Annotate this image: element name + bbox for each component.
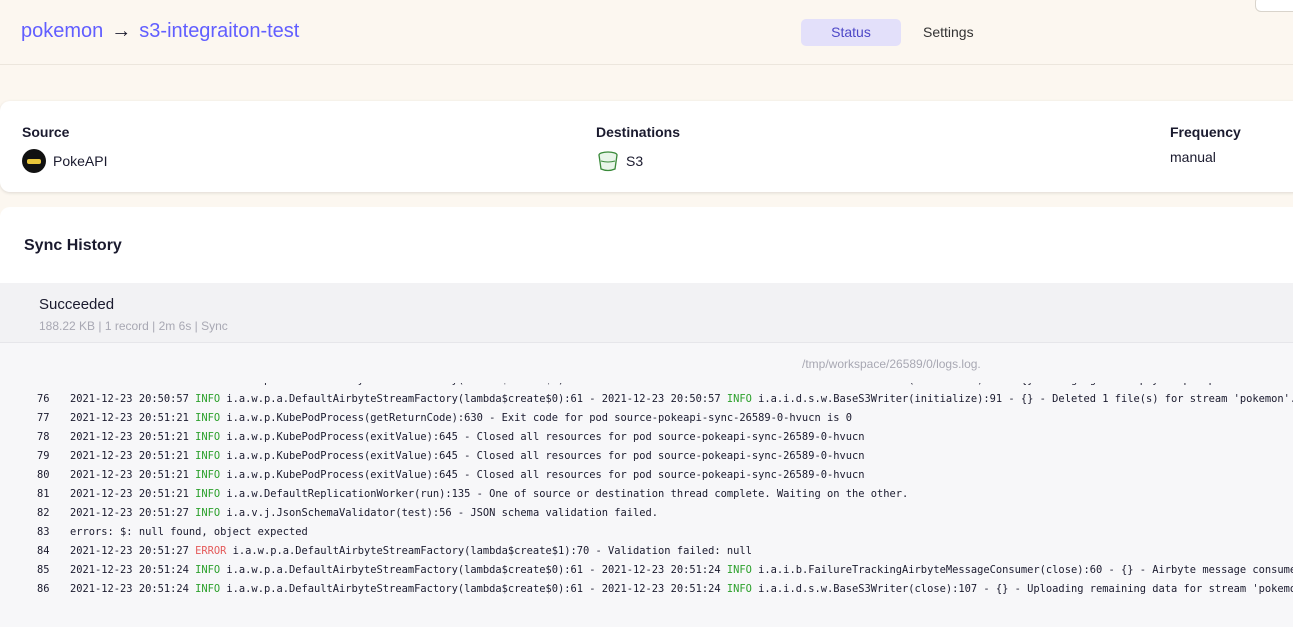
- log-segment: i.a.w.p.a.DefaultAirbyteStreamFactory(la…: [220, 393, 727, 405]
- log-level-info: INFO: [727, 383, 752, 386]
- log-segment: i.a.w.p.a.DefaultAirbyteStreamFactory(la…: [220, 564, 727, 576]
- log-level-info: INFO: [195, 450, 221, 462]
- log-line-number: 83: [37, 526, 50, 538]
- destination-name: S3: [626, 153, 644, 169]
- attempt-meta: 188.22 KB | 1 record | 2m 6s | Sync: [39, 319, 228, 333]
- log-segment: 2021-12-23 20:51:24: [70, 564, 196, 576]
- log-line-text: 2021-12-23 20:50:55 INFO i.a.w.p.a.Defau…: [70, 383, 1293, 390]
- frequency-column: Frequency manual: [1170, 124, 1241, 165]
- tab-bar: Status Settings: [801, 19, 996, 46]
- log-line-text: 2021-12-23 20:51:27 INFO i.a.v.j.JsonSch…: [70, 504, 658, 523]
- destinations-column: Destinations S3: [596, 124, 680, 173]
- log-level-info: INFO: [726, 393, 752, 405]
- attempt-status: Succeeded: [39, 296, 115, 313]
- log-line-number: 84: [37, 545, 50, 557]
- log-line-number: 82: [37, 507, 50, 519]
- top-bar: pokemon → s3-integraiton-test Status Setti…: [0, 0, 1293, 65]
- log-segment: i.a.w.p.a.DefaultAirbyteStreamFactory(la…: [226, 545, 752, 557]
- log-segment: i.a.i.d.s.w.BaseS3Writer(close):107 - {}…: [751, 583, 1293, 595]
- log-line-text: 2021-12-23 20:51:21 INFO i.a.w.p.KubePod…: [70, 466, 865, 485]
- tab-status[interactable]: Status: [801, 19, 901, 46]
- breadcrumb-arrow-icon: →: [111, 20, 132, 42]
- breadcrumb: pokemon → s3-integraiton-test: [21, 20, 299, 43]
- source-column: Source PokeAPI: [22, 124, 107, 173]
- log-segment: i.a.w.p.KubePodProcess(exitValue):645 - …: [220, 469, 865, 481]
- log-line-text: 2021-12-23 20:51:21 INFO i.a.w.p.KubePod…: [70, 428, 865, 447]
- log-line-number: 76: [37, 393, 50, 405]
- log-line-number: 80: [37, 469, 50, 481]
- log-line-number: 85: [37, 564, 50, 576]
- source-name: PokeAPI: [53, 153, 108, 169]
- log-level-info: INFO: [195, 383, 220, 386]
- log-level-error: ERROR: [195, 545, 227, 557]
- log-segment: i.a.v.j.JsonSchemaValidator(test):56 - J…: [220, 507, 659, 519]
- connection-summary-card: Source PokeAPI Destinations S3 Frequency…: [0, 101, 1293, 192]
- breadcrumb-workspace-link[interactable]: pokemon: [21, 20, 103, 42]
- log-segment: 2021-12-23 20:51:21: [70, 469, 196, 481]
- log-line-number: 75: [37, 383, 57, 390]
- s3-bucket-icon: [598, 151, 618, 172]
- log-level-info: INFO: [726, 583, 752, 595]
- log-segment: errors: $: null found, object expected: [70, 526, 308, 538]
- log-level-info: INFO: [195, 583, 221, 595]
- log-segment: i.a.w.p.KubePodProcess(getReturnCode):63…: [220, 412, 852, 424]
- tab-settings[interactable]: Settings: [901, 19, 996, 46]
- log-segment: 2021-12-23 20:51:21: [70, 488, 196, 500]
- log-line-text: 2021-12-23 20:50:57 INFO i.a.w.p.a.Defau…: [70, 390, 1293, 409]
- log-path-bar: /tmp/workspace/26589/0/logs.log.: [0, 343, 1293, 383]
- sync-history-title: Sync History: [24, 237, 122, 254]
- log-path: /tmp/workspace/26589/0/logs.log.: [802, 357, 981, 371]
- log-segment: i.a.w.p.a.DefaultAirbyteStreamFactory(la…: [220, 383, 727, 386]
- log-line-text: 2021-12-23 20:51:24 INFO i.a.w.p.a.Defau…: [70, 580, 1293, 599]
- log-segment: i.a.w.p.a.DefaultAirbyteStreamFactory(la…: [220, 583, 727, 595]
- log-segment: i.a.i.b.FailureTrackingAirbyteMessageCon…: [758, 564, 1293, 576]
- log-line-text: 2021-12-23 20:51:27 ERROR i.a.w.p.a.Defa…: [70, 542, 752, 561]
- log-level-info: INFO: [195, 507, 221, 519]
- log-viewer[interactable]: 75 2021-12-23 20:50:55 INFO i.a.w.p.a.Def…: [0, 383, 1293, 627]
- pokeapi-logo-icon: [22, 149, 46, 173]
- log-segment: 2021-12-23 20:51:27: [70, 545, 196, 557]
- log-level-info: INFO: [195, 564, 221, 576]
- log-line-text: 2021-12-23 20:51:21 INFO i.a.w.p.KubePod…: [70, 409, 852, 428]
- log-segment: i.a.w.DefaultReplicationWorker(run):135 …: [220, 488, 909, 500]
- log-line-number: 81: [37, 488, 50, 500]
- log-level-info: INFO: [195, 469, 221, 481]
- log-segment: 2021-12-23 20:50:57: [70, 393, 196, 405]
- log-line-number: 78: [37, 431, 50, 443]
- log-line-text: 2021-12-23 20:51:21 INFO i.a.w.p.KubePod…: [70, 447, 865, 466]
- source-value[interactable]: PokeAPI: [22, 149, 107, 173]
- log-level-info: INFO: [195, 412, 221, 424]
- log-segment: i.a.w.p.KubePodProcess(exitValue):645 - …: [220, 431, 865, 443]
- log-line-text: 2021-12-23 20:51:21 INFO i.a.w.DefaultRe…: [70, 485, 908, 504]
- log-line-number: 86: [37, 583, 50, 595]
- log-segment: 2021-12-23 20:51:21: [70, 450, 196, 462]
- log-level-info: INFO: [195, 431, 221, 443]
- log-segment: 2021-12-23 20:51:21: [70, 431, 196, 443]
- frequency-label: Frequency: [1170, 124, 1241, 140]
- breadcrumb-connection-name: s3-integraiton-test: [139, 20, 300, 42]
- log-line-text: errors: $: null found, object expected: [70, 523, 308, 542]
- frequency-value: manual: [1170, 149, 1216, 165]
- log-segment: i.a.i.d.s.w.BaseS3Writer(initialize):91 …: [751, 393, 1293, 405]
- log-level-info: INFO: [195, 393, 221, 405]
- source-label: Source: [22, 124, 70, 140]
- sync-attempt-row[interactable]: Succeeded 188.22 KB | 1 record | 2m 6s |…: [0, 283, 1293, 343]
- log-segment: i.a.i.d.s.w.BaseS3Writer(initialize):87 …: [752, 383, 1293, 386]
- log-line-text: 2021-12-23 20:51:24 INFO i.a.w.p.a.Defau…: [70, 561, 1293, 580]
- destination-value[interactable]: S3: [596, 149, 680, 173]
- corner-dropdown[interactable]: [1255, 0, 1293, 12]
- log-segment: 2021-12-23 20:51:21: [70, 412, 196, 424]
- log-line-number: 77: [37, 412, 50, 424]
- log-level-info: INFO: [726, 564, 752, 576]
- destinations-label: Destinations: [596, 124, 681, 140]
- sync-history-card: Sync History Succeeded 188.22 KB | 1 rec…: [0, 207, 1293, 627]
- log-segment: 2021-12-23 20:51:27: [70, 507, 196, 519]
- log-segment: 2021-12-23 20:51:24: [70, 583, 196, 595]
- log-line-number: 79: [37, 450, 50, 462]
- log-segment: i.a.w.p.KubePodProcess(exitValue):645 - …: [220, 450, 865, 462]
- log-level-info: INFO: [195, 488, 221, 500]
- log-segment: 2021-12-23 20:50:55: [70, 383, 195, 386]
